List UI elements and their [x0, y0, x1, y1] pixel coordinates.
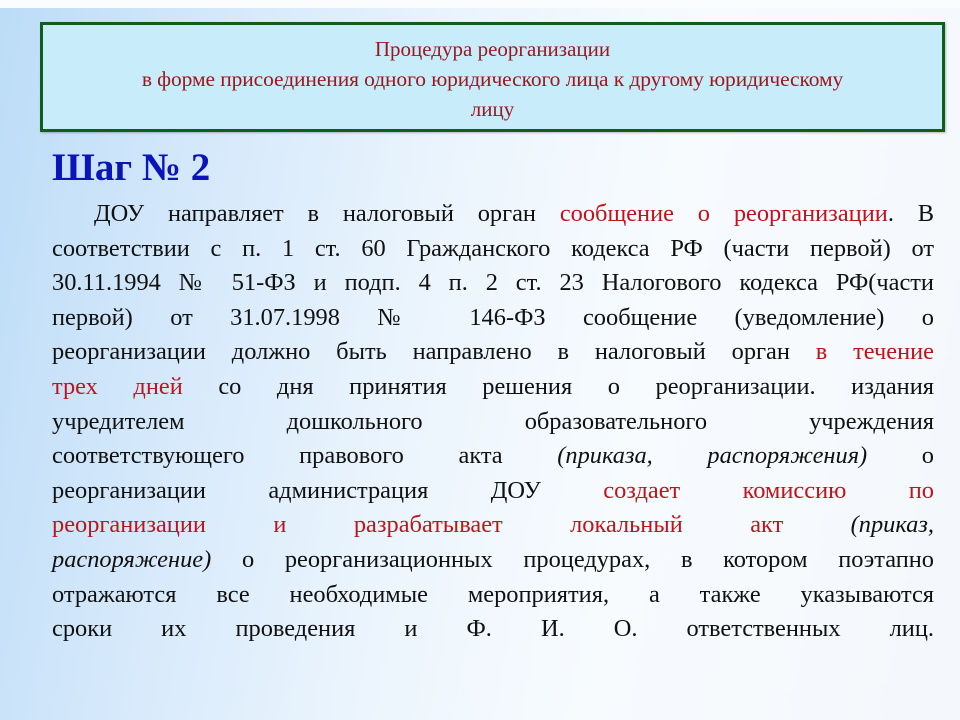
- paragraph-line: отражаются все необходимые мероприятия, …: [52, 578, 934, 613]
- text-segment: соответствии с п. 1 ст. 60 Гражданского …: [52, 234, 934, 262]
- paragraph-line: реорганизации должно быть направлено в н…: [52, 335, 934, 370]
- text-segment: о реорганизационных процедурах, в которо…: [211, 545, 934, 573]
- text-segment: о: [867, 442, 934, 470]
- title-line-2: в форме присоединения одного юридическог…: [141, 67, 844, 91]
- text-segment: со дня принятия решения о реорганизации.…: [182, 372, 934, 400]
- paragraph-line: трех дней со дня принятия решения о реор…: [52, 370, 934, 405]
- text-segment: первой) от 31.07.1998 № 146-ФЗ сообщение…: [52, 303, 934, 331]
- paragraph-line: распоряжение) о реорганизационных процед…: [52, 543, 934, 578]
- paragraph-line: 30.11.1994 № 51-ФЗ и подп. 4 п. 2 ст. 23…: [52, 266, 934, 301]
- paragraph-line: реорганизации администрация ДОУ создает …: [52, 474, 934, 509]
- highlighted-text: реорганизации и разрабатывает локальный …: [52, 511, 784, 539]
- text-segment: . В: [887, 200, 935, 227]
- text-segment: реорганизации должно быть направлено в н…: [52, 338, 816, 366]
- title-line-3: лицу: [470, 97, 515, 121]
- text-segment: учредителем дошкольного образовательного…: [52, 407, 934, 435]
- paragraph-line: соответствии с п. 1 ст. 60 Гражданского …: [52, 232, 934, 267]
- paragraph-line: сроки их проведения и Ф. И. О. ответстве…: [52, 612, 934, 647]
- italic-text: (приказ,: [850, 511, 934, 539]
- title-box: Процедура реорганизации в форме присоеди…: [40, 22, 945, 132]
- text-segment: соответствующего правового акта: [52, 442, 558, 470]
- text-segment: 30.11.1994 № 51-ФЗ и подп. 4 п. 2 ст. 23…: [52, 269, 934, 297]
- step-heading: Шаг № 2: [52, 146, 211, 189]
- italic-text: (приказа, распоряжения): [557, 442, 868, 470]
- highlighted-text: сообщение о реорганизации: [559, 200, 888, 227]
- title-line-1: Процедура реорганизации: [374, 37, 611, 61]
- paragraph-line: ДОУ направляет в налоговый орган сообщен…: [52, 197, 934, 232]
- paragraph-line: реорганизации и разрабатывает локальный …: [52, 508, 934, 543]
- paragraph-line: первой) от 31.07.1998 № 146-ФЗ сообщение…: [52, 301, 934, 336]
- text-segment: [783, 511, 850, 538]
- text-segment: отражаются все необходимые мероприятия, …: [52, 580, 934, 608]
- paragraph-line: учредителем дошкольного образовательного…: [52, 405, 934, 440]
- highlighted-text: трех дней: [52, 372, 183, 400]
- paragraph-line: соответствующего правового акта (приказа…: [52, 439, 934, 474]
- text-segment: сроки их проведения и Ф. И. О. ответстве…: [52, 615, 934, 643]
- text-segment: реорганизации администрация ДОУ: [52, 476, 604, 504]
- highlighted-text: в течение: [815, 338, 935, 366]
- italic-text: распоряжение): [52, 545, 212, 573]
- body-paragraph: ДОУ направляет в налоговый орган сообщен…: [52, 197, 934, 647]
- text-segment: ДОУ направляет в налоговый орган: [94, 200, 560, 227]
- highlighted-text: создает комиссию по: [603, 476, 934, 504]
- top-strip: [0, 0, 960, 8]
